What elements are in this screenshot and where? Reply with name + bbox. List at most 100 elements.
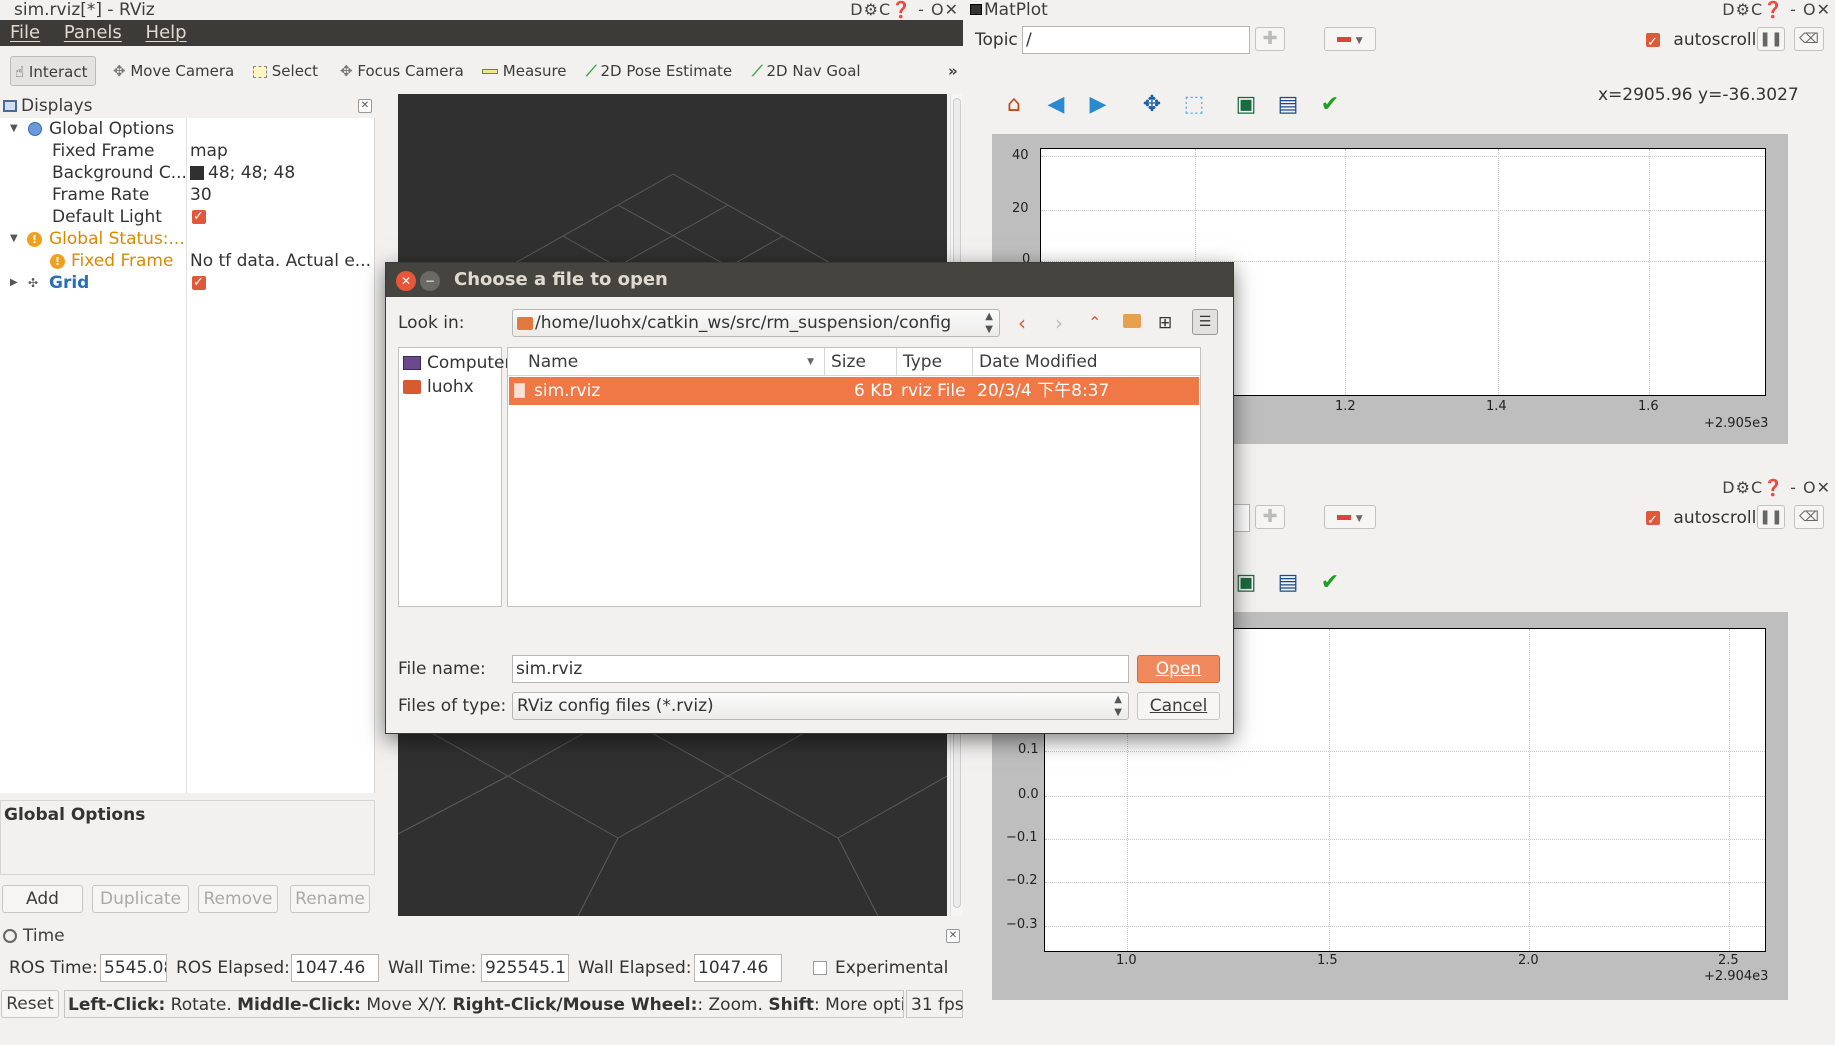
save-icon[interactable]: ▤	[1275, 92, 1301, 118]
add-button[interactable]: Add	[2, 885, 83, 913]
topic-input[interactable]: /	[1022, 26, 1250, 54]
tree-row-grid[interactable]: ▶ ✣ Grid	[0, 272, 375, 294]
add-topic-button-2[interactable]: ✚	[1255, 505, 1285, 529]
tree-row-background[interactable]: Background C...	[52, 162, 187, 184]
checkbox-unchecked[interactable]	[813, 961, 827, 975]
open-button[interactable]: Open	[1137, 655, 1220, 683]
checkbox-checked[interactable]	[192, 272, 206, 294]
remove-button[interactable]: Remove	[198, 885, 278, 913]
back-icon[interactable]: ◀	[1043, 92, 1069, 118]
move-camera-tool[interactable]: ✥ Move Camera	[113, 56, 234, 86]
detail-view-icon[interactable]: ☰	[1192, 309, 1218, 335]
menu-panels[interactable]: Panels	[64, 22, 122, 43]
menu-file[interactable]: File	[10, 22, 40, 43]
select-tool[interactable]: Select	[253, 56, 318, 86]
rename-button[interactable]: Rename	[290, 885, 370, 913]
back-icon[interactable]: ‹	[1018, 309, 1026, 337]
tree-row-default-light[interactable]: Default Light	[52, 206, 162, 228]
save-icon[interactable]: ▤	[1275, 570, 1301, 596]
tree-row-frame-rate[interactable]: Frame Rate	[52, 184, 149, 206]
subplots-icon[interactable]: ▣	[1233, 92, 1259, 118]
displays-title: Displays	[21, 96, 93, 116]
forward-icon[interactable]: ▶	[1085, 92, 1111, 118]
edit-check-icon[interactable]: ✔	[1317, 570, 1343, 596]
zoom-icon[interactable]: ⬚	[1181, 92, 1207, 118]
checkbox-checked[interactable]	[1646, 507, 1660, 535]
checkbox-checked[interactable]	[1646, 29, 1660, 57]
place-home[interactable]: luohx	[403, 376, 474, 398]
column-header-name[interactable]: Name ▼	[508, 348, 825, 376]
subplots-icon[interactable]: ▣	[1233, 570, 1259, 596]
column-header-type[interactable]: Type	[897, 348, 973, 376]
grid-checkbox[interactable]	[192, 272, 206, 294]
plot2-window-controls[interactable]: D⚙C❓ - O✕	[1722, 478, 1831, 498]
files-of-type-combo[interactable]: RViz config files (*.rviz) ▲ ▼	[512, 692, 1129, 720]
tree-row-fixed-frame-status[interactable]: ! Fixed Frame	[50, 250, 173, 272]
menu-help[interactable]: Help	[146, 22, 187, 43]
frame-rate-value[interactable]: 30	[190, 184, 212, 206]
wall-elapsed-field[interactable]: 1047.46	[694, 954, 782, 982]
forward-icon[interactable]: ›	[1055, 309, 1063, 337]
look-in-combo[interactable]: /home/luohx/catkin_ws/src/rm_suspension/…	[512, 309, 1000, 337]
select-tool-label: Select	[271, 62, 319, 80]
reset-button[interactable]: Reset	[1, 990, 59, 1018]
ruler-icon	[482, 69, 498, 74]
fixed-frame-value[interactable]: map	[190, 140, 228, 162]
tree-row-fixed-frame[interactable]: Fixed Frame	[52, 140, 154, 162]
ros-time-field[interactable]: 5545.08	[100, 954, 167, 982]
pause-button-2[interactable]: ❚❚	[1757, 505, 1785, 529]
close-icon[interactable]: ✕	[396, 271, 416, 291]
new-folder-icon[interactable]	[1123, 314, 1141, 328]
experimental-toggle[interactable]: Experimental	[813, 954, 948, 982]
remove-topic-button-2[interactable]: ▼	[1324, 505, 1376, 529]
pose-estimate-tool[interactable]: ⟋ 2D Pose Estimate	[586, 56, 732, 86]
measure-tool[interactable]: Measure	[482, 56, 567, 86]
toolbar-overflow-button[interactable]: »	[948, 56, 958, 86]
clear-button[interactable]: ⌫	[1794, 27, 1824, 51]
remove-topic-button[interactable]: ▼	[1324, 27, 1376, 51]
expand-down-icon[interactable]: ▼	[10, 228, 18, 250]
interact-tool[interactable]: ☝ Interact	[10, 56, 97, 86]
column-header-size[interactable]: Size	[825, 348, 897, 376]
expand-right-icon[interactable]: ▶	[10, 272, 18, 294]
place-computer[interactable]: Computer	[403, 352, 512, 374]
grid-line	[1729, 629, 1730, 951]
rviz-titlebar: sim.rviz[*] - RViz D⚙C❓ - O✕	[0, 0, 963, 20]
file-list[interactable]: Name ▼ Size Type Date Modified sim.rviz …	[507, 347, 1201, 607]
clear-button-2[interactable]: ⌫	[1794, 505, 1824, 529]
autoscroll-toggle[interactable]: autoscroll	[1646, 26, 1756, 57]
displays-tree[interactable]: ▼ Global Options Fixed Frame map Backgro…	[0, 118, 375, 793]
tree-row-global-options[interactable]: ▼ Global Options	[0, 118, 375, 140]
file-name: sim.rviz	[534, 381, 601, 401]
ros-elapsed-field[interactable]: 1047.46	[291, 954, 379, 982]
close-icon[interactable]: ✕	[358, 99, 372, 113]
default-light-checkbox[interactable]	[192, 206, 206, 228]
minimize-icon[interactable]: −	[420, 271, 440, 291]
add-topic-button[interactable]: ✚	[1255, 27, 1285, 51]
pose-estimate-label: 2D Pose Estimate	[600, 62, 733, 80]
parent-directory-icon[interactable]: ⌃	[1088, 309, 1101, 337]
checkbox-checked[interactable]	[192, 206, 206, 228]
matplot-window-controls[interactable]: D⚙C❓ - O✕	[1722, 0, 1831, 20]
home-icon[interactable]: ⌂	[1001, 92, 1027, 118]
nav-goal-tool[interactable]: ⟋ 2D Nav Goal	[752, 56, 861, 86]
expand-down-icon[interactable]: ▼	[10, 118, 18, 140]
pan-icon[interactable]: ✥	[1139, 92, 1165, 118]
autoscroll-toggle-2[interactable]: autoscroll	[1646, 504, 1756, 535]
edit-check-icon[interactable]: ✔	[1317, 92, 1343, 118]
focus-camera-tool[interactable]: ✥ Focus Camera	[340, 56, 464, 86]
wall-time-field[interactable]: 925545.11	[481, 954, 569, 982]
tree-row-global-status[interactable]: ▼ ! Global Status:...	[0, 228, 375, 250]
duplicate-button[interactable]: Duplicate	[92, 885, 189, 913]
cancel-button[interactable]: Cancel	[1137, 692, 1220, 720]
places-sidebar[interactable]: Computer luohx	[398, 347, 512, 607]
icon-view-icon[interactable]: ⊞	[1158, 310, 1172, 336]
file-name-input[interactable]: sim.rviz	[512, 655, 1129, 683]
rviz-window-controls[interactable]: D⚙C❓ - O✕	[850, 0, 959, 20]
pause-button[interactable]: ❚❚	[1757, 27, 1785, 51]
close-icon[interactable]: ✕	[946, 929, 960, 943]
column-header-date[interactable]: Date Modified	[973, 348, 1200, 376]
background-color-value[interactable]: 48; 48; 48	[190, 162, 295, 184]
file-row[interactable]: sim.rviz 6 KB rviz File 20/3/4 下午8:37	[509, 377, 1199, 405]
chevron-down-icon: ▼	[1355, 36, 1363, 46]
